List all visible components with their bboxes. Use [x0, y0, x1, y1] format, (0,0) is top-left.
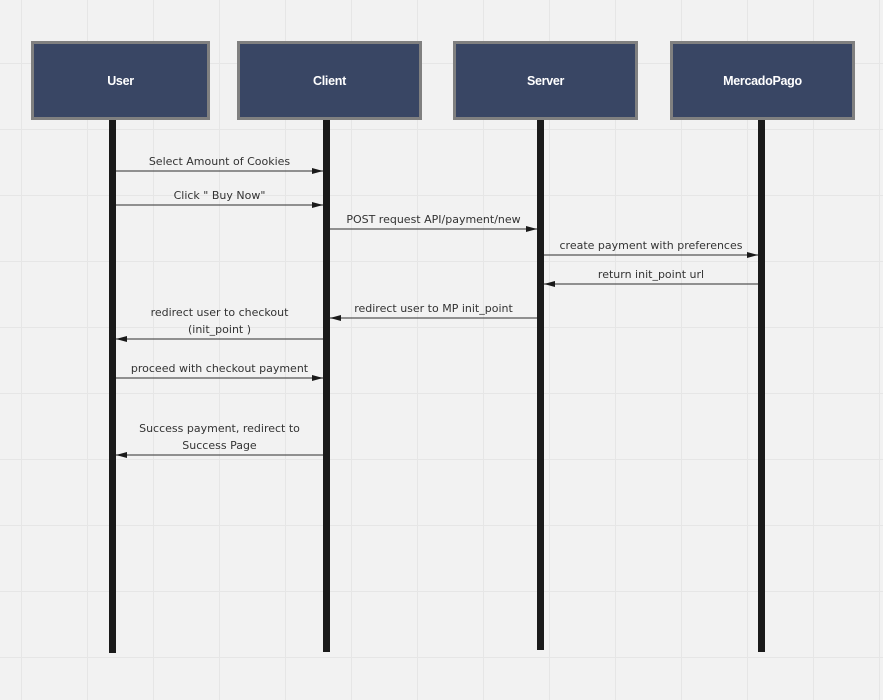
message-5[interactable]: return init_point url: [544, 268, 758, 287]
message-label: redirect user to MP init_point: [354, 302, 513, 315]
message-label: Success Page: [182, 439, 257, 452]
arrowhead-icon: [747, 252, 758, 258]
messages-layer: Select Amount of Cookies Click " Buy Now"…: [116, 155, 758, 458]
message-4[interactable]: create payment with preferences: [544, 239, 758, 258]
arrowhead-icon: [544, 281, 555, 287]
message-label: POST request API/payment/new: [346, 213, 520, 226]
message-label: Select Amount of Cookies: [149, 155, 291, 168]
message-label: create payment with preferences: [560, 239, 743, 252]
message-label: Success payment, redirect to: [139, 422, 300, 435]
message-label: redirect user to checkout: [151, 306, 290, 319]
message-2[interactable]: Click " Buy Now": [116, 189, 323, 208]
message-7[interactable]: redirect user to checkout (init_point ): [116, 306, 323, 342]
message-label: (init_point ): [188, 323, 251, 336]
message-label: Click " Buy Now": [174, 189, 266, 202]
arrowhead-icon: [526, 226, 537, 232]
message-1[interactable]: Select Amount of Cookies: [116, 155, 323, 174]
arrowhead-icon: [312, 202, 323, 208]
message-8[interactable]: proceed with checkout payment: [116, 362, 323, 381]
arrowhead-icon: [116, 336, 127, 342]
message-label: return init_point url: [598, 268, 704, 281]
message-label: proceed with checkout payment: [131, 362, 309, 375]
message-6[interactable]: redirect user to MP init_point: [330, 302, 537, 321]
arrowhead-icon: [330, 315, 341, 321]
arrowhead-icon: [116, 452, 127, 458]
arrowhead-icon: [312, 375, 323, 381]
arrowhead-icon: [312, 168, 323, 174]
message-9[interactable]: Success payment, redirect to Success Page: [116, 422, 323, 458]
message-3[interactable]: POST request API/payment/new: [330, 213, 537, 232]
